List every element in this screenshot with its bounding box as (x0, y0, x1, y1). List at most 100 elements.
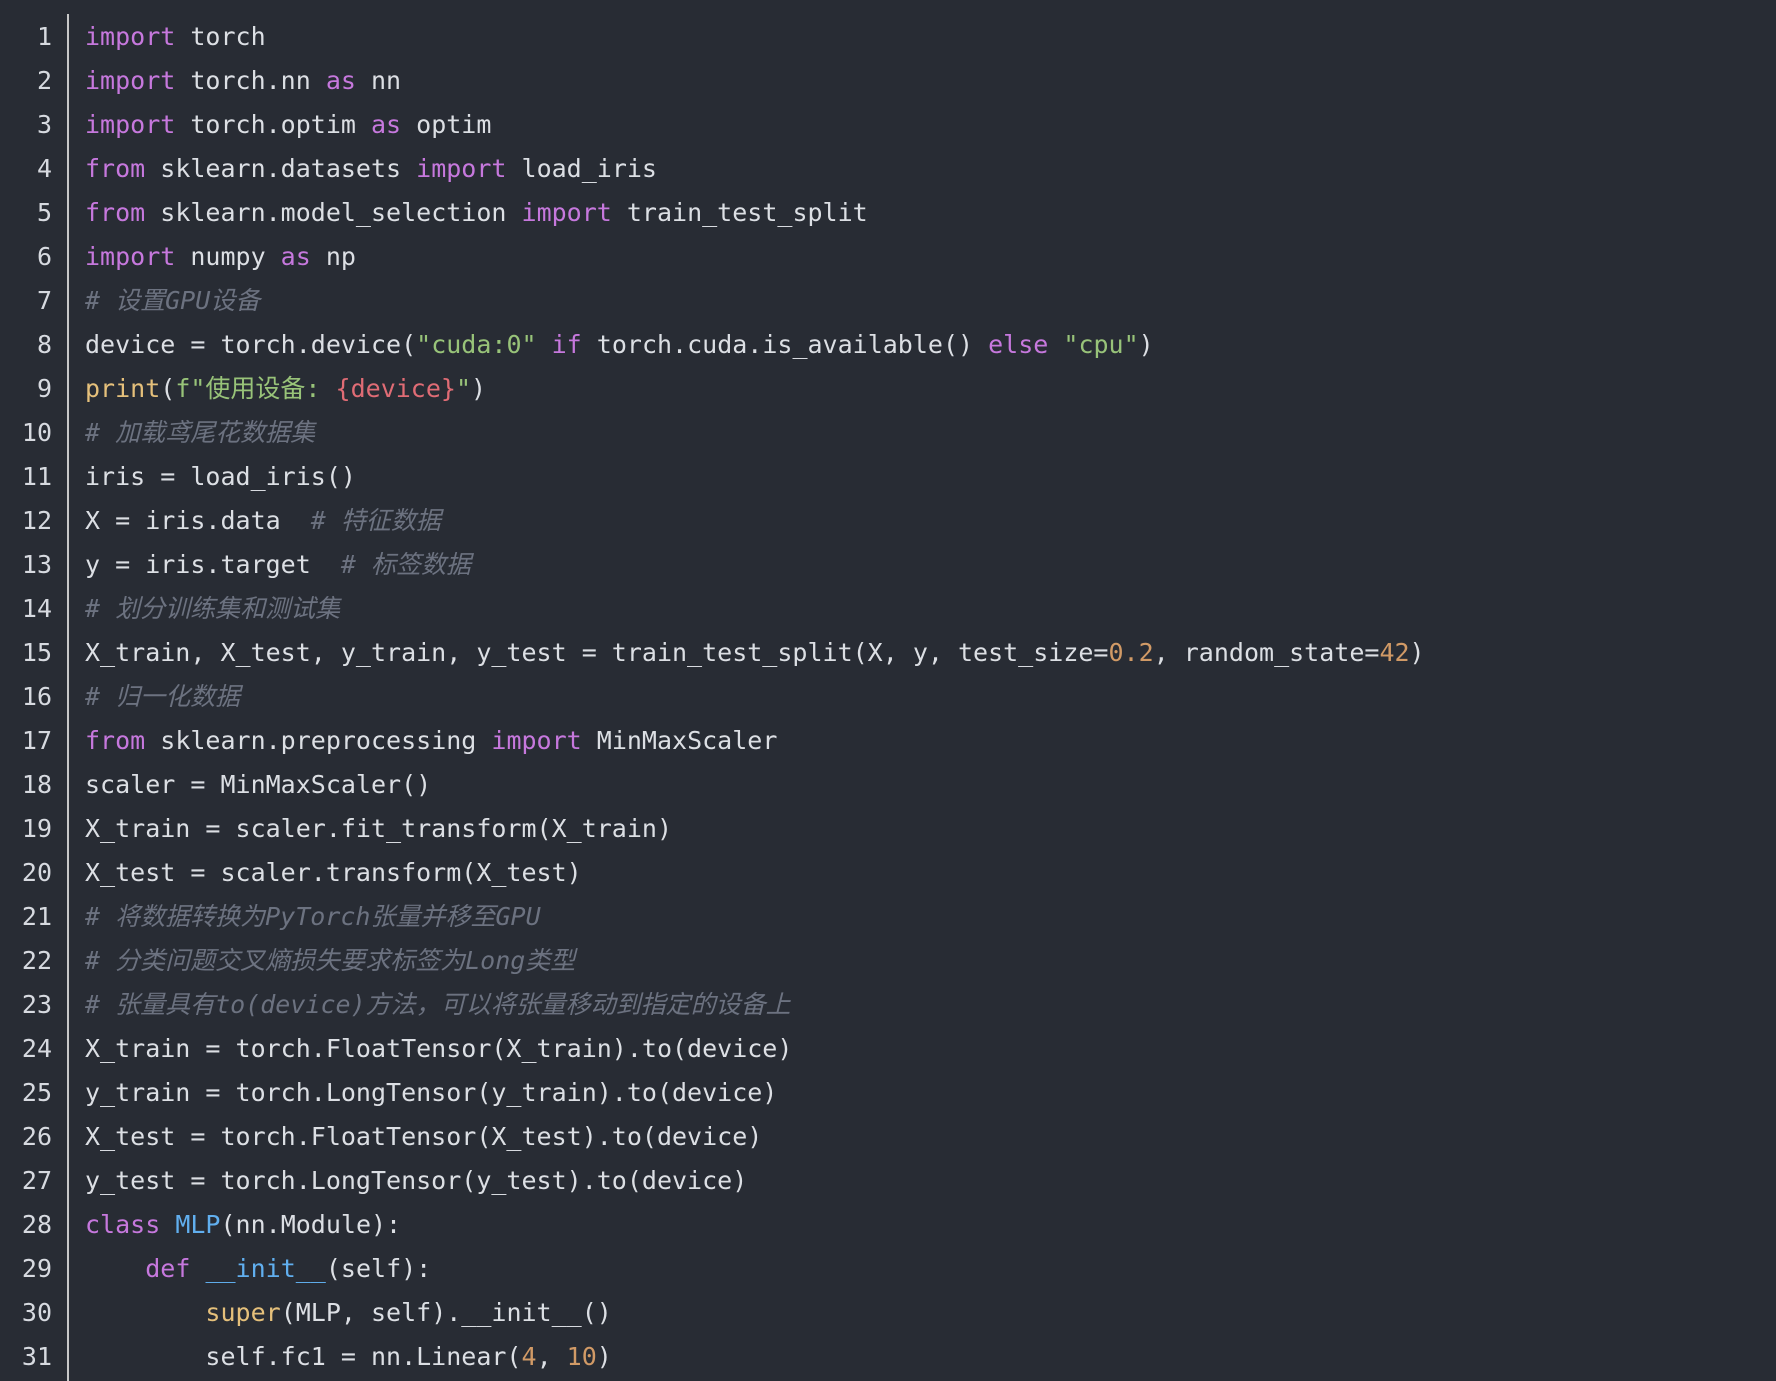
string-token: "cpu" (1063, 330, 1139, 359)
code-line[interactable]: 30 super(MLP, self).__init__() (0, 1291, 1776, 1335)
code-token: nn (355, 66, 402, 95)
line-number: 2 (36, 66, 52, 95)
line-source: # 加载鸢尾花数据集 (85, 411, 315, 455)
line-source: from sklearn.preprocessing import MinMax… (85, 719, 777, 763)
code-editor[interactable]: 1 import torch 2 import torch.nn as nn 3 impo… (0, 0, 1776, 1381)
code-line[interactable]: 20 X_test = scaler.transform(X_test) (0, 851, 1776, 895)
code-token: iris = load_iris() (85, 462, 356, 491)
code-token: torch.nn (175, 66, 326, 95)
line-source: X_test = torch.FloatTensor(X_test).to(de… (85, 1115, 762, 1159)
comment-token: # 特征数据 (310, 506, 441, 535)
line-number: 6 (36, 242, 52, 271)
line-number: 27 (21, 1166, 52, 1195)
code-line[interactable]: 16 # 归一化数据 (0, 675, 1776, 719)
line-number: 28 (21, 1210, 52, 1239)
line-source: device = torch.device("cuda:0" if torch.… (85, 323, 1154, 367)
line-source: y_test = torch.LongTensor(y_test).to(dev… (85, 1159, 747, 1203)
comment-token: # 分类问题交叉熵损失要求标签为Long类型 (85, 946, 576, 975)
code-line[interactable]: 14 # 划分训练集和测试集 (0, 587, 1776, 631)
line-source: X_test = scaler.transform(X_test) (85, 851, 582, 895)
code-line[interactable]: 13 y = iris.target # 标签数据 (0, 543, 1776, 587)
line-source: import torch.optim as optim (85, 103, 491, 147)
line-number: 1 (36, 22, 52, 51)
line-source: # 将数据转换为PyTorch张量并移至GPU (85, 895, 541, 939)
code-line[interactable]: 9 print(f"使用设备: {device}") (0, 367, 1776, 411)
code-line[interactable]: 1 import torch (0, 15, 1776, 59)
code-token: torch (175, 22, 266, 51)
code-token: X_test = scaler.transform(X_test) (85, 858, 582, 887)
keyword-token: as (325, 66, 356, 95)
line-source: self.fc1 = nn.Linear(4, 10) (85, 1335, 612, 1379)
code-token: scaler = MinMaxScaler() (85, 770, 432, 799)
line-number: 12 (21, 506, 52, 535)
string-token: " (455, 374, 472, 403)
keyword-token: as (280, 242, 311, 271)
interpolation-token: {device} (335, 374, 456, 403)
code-token: device = torch.device( (85, 330, 417, 359)
code-token: load_iris (506, 154, 657, 183)
code-line[interactable]: 27 y_test = torch.LongTensor(y_test).to(d… (0, 1159, 1776, 1203)
code-token: self.fc1 = nn.Linear( (85, 1342, 522, 1371)
line-number: 26 (21, 1122, 52, 1151)
code-line[interactable]: 28 class MLP(nn.Module): (0, 1203, 1776, 1247)
code-line[interactable]: 17 from sklearn.preprocessing import MinM… (0, 719, 1776, 763)
number-token: 4 (521, 1342, 537, 1371)
code-line[interactable]: 21 # 将数据转换为PyTorch张量并移至GPU (0, 895, 1776, 939)
code-line[interactable]: 29 def __init__(self): (0, 1247, 1776, 1291)
line-number: 11 (21, 462, 52, 491)
code-area[interactable]: 1 import torch 2 import torch.nn as nn 3 impo… (0, 15, 1776, 1379)
code-line[interactable]: 15 X_train, X_test, y_train, y_test = tra… (0, 631, 1776, 675)
code-line[interactable]: 18 scaler = MinMaxScaler() (0, 763, 1776, 807)
line-source: class MLP(nn.Module): (85, 1203, 401, 1247)
code-token: , (536, 1342, 567, 1371)
line-source: import torch.nn as nn (85, 59, 401, 103)
code-line[interactable]: 7 # 设置GPU设备 (0, 279, 1776, 323)
code-token: X_test = torch.FloatTensor(X_test).to(de… (85, 1122, 763, 1151)
line-number: 31 (21, 1342, 52, 1371)
keyword-token: def (145, 1254, 191, 1283)
keyword-token: import (491, 726, 582, 755)
string-token: f"使用设备: (175, 374, 336, 403)
code-line[interactable]: 5 from sklearn.model_selection import tra… (0, 191, 1776, 235)
code-line[interactable]: 3 import torch.optim as optim (0, 103, 1776, 147)
line-number: 14 (21, 594, 52, 623)
comment-token: # 张量具有to(device)方法，可以将张量移动到指定的设备上 (85, 990, 791, 1019)
code-token: ) (596, 1342, 612, 1371)
line-source: print(f"使用设备: {device}") (85, 367, 486, 411)
code-token: ) (471, 374, 487, 403)
code-line[interactable]: 4 from sklearn.datasets import load_iris (0, 147, 1776, 191)
line-number: 21 (21, 902, 52, 931)
code-line[interactable]: 8 device = torch.device("cuda:0" if torch… (0, 323, 1776, 367)
code-line[interactable]: 25 y_train = torch.LongTensor(y_train).to… (0, 1071, 1776, 1115)
line-number: 24 (21, 1034, 52, 1063)
line-source: # 张量具有to(device)方法，可以将张量移动到指定的设备上 (85, 983, 791, 1027)
code-line[interactable]: 2 import torch.nn as nn (0, 59, 1776, 103)
code-line[interactable]: 10 # 加载鸢尾花数据集 (0, 411, 1776, 455)
keyword-token: else (988, 330, 1049, 359)
code-line[interactable]: 23 # 张量具有to(device)方法，可以将张量移动到指定的设备上 (0, 983, 1776, 1027)
code-line[interactable]: 24 X_train = torch.FloatTensor(X_train).t… (0, 1027, 1776, 1071)
line-number: 23 (21, 990, 52, 1019)
number-token: 42 (1379, 638, 1410, 667)
line-number: 10 (21, 418, 52, 447)
code-token: (self): (325, 1254, 432, 1283)
code-line[interactable]: 22 # 分类问题交叉熵损失要求标签为Long类型 (0, 939, 1776, 983)
line-number: 29 (21, 1254, 52, 1283)
code-line[interactable]: 31 self.fc1 = nn.Linear(4, 10) (0, 1335, 1776, 1379)
code-line[interactable]: 6 import numpy as np (0, 235, 1776, 279)
keyword-token: from (85, 154, 146, 183)
comment-token: # 划分训练集和测试集 (85, 594, 341, 623)
line-source: y = iris.target # 标签数据 (85, 543, 471, 587)
code-line[interactable]: 11 iris = load_iris() (0, 455, 1776, 499)
code-token: , random_state= (1153, 638, 1380, 667)
comment-token: # 将数据转换为PyTorch张量并移至GPU (85, 902, 541, 931)
line-number: 30 (21, 1298, 52, 1327)
code-line[interactable]: 12 X = iris.data # 特征数据 (0, 499, 1776, 543)
code-line[interactable]: 26 X_test = torch.FloatTensor(X_test).to(… (0, 1115, 1776, 1159)
code-line[interactable]: 19 X_train = scaler.fit_transform(X_train… (0, 807, 1776, 851)
comment-token: # 设置GPU设备 (85, 286, 261, 315)
line-number: 16 (21, 682, 52, 711)
keyword-token: import (85, 22, 176, 51)
